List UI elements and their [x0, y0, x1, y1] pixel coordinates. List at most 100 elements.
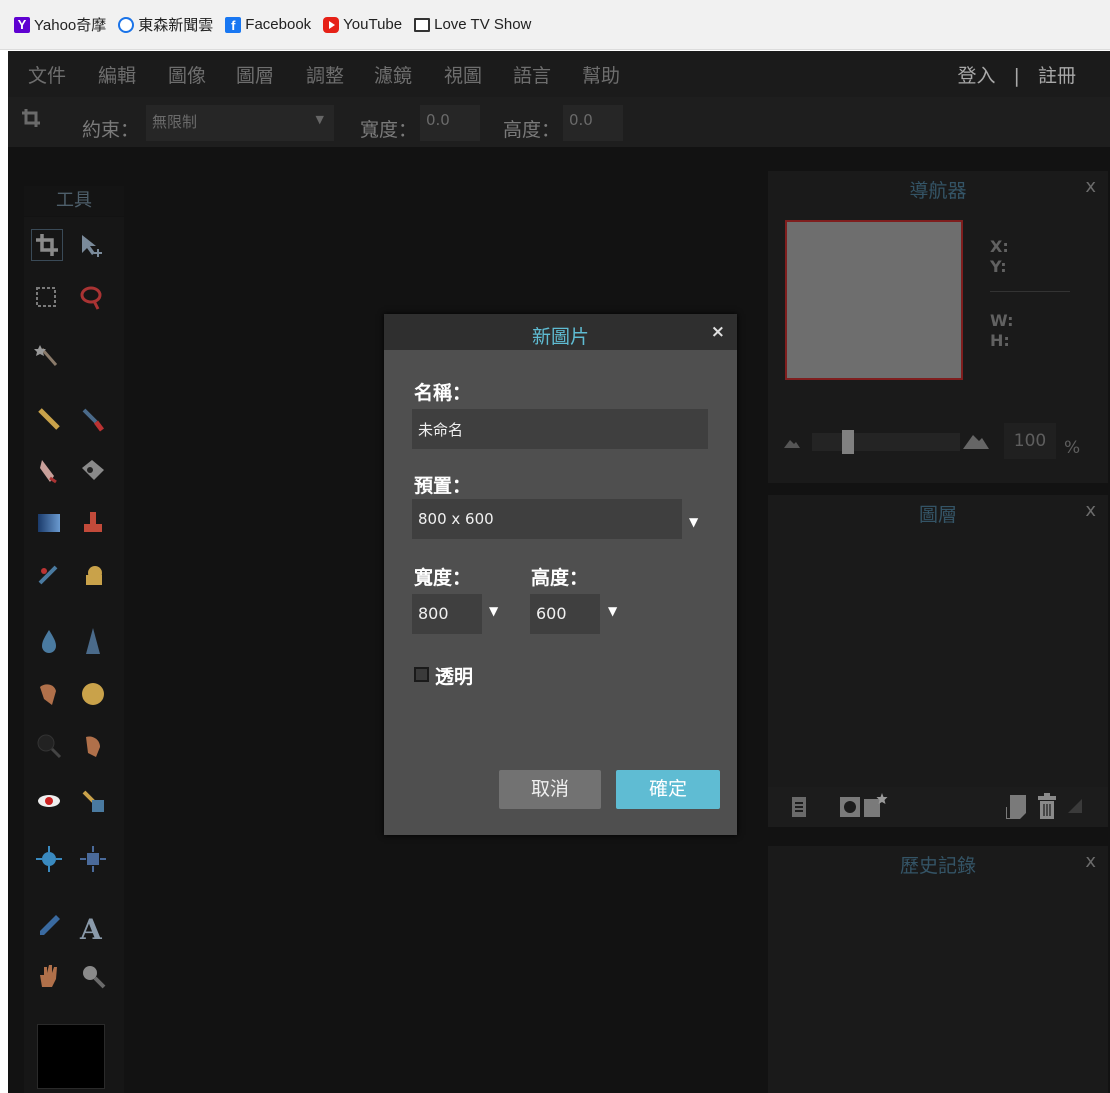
chevron-down-icon: ▼ [315, 113, 324, 126]
merge-layer-icon[interactable] [1068, 799, 1082, 813]
menu-file[interactable]: 文件 [28, 61, 66, 88]
bookmark-facebook[interactable]: f Facebook [225, 16, 311, 33]
menu-language[interactable]: 語言 [513, 61, 551, 88]
menu-image[interactable]: 圖像 [168, 61, 206, 88]
menu-filter[interactable]: 濾鏡 [374, 61, 412, 88]
stamp-icon[interactable] [78, 508, 108, 538]
height-dropdown-icon[interactable]: ▼ [608, 604, 617, 618]
layers-close-button[interactable]: x [1085, 500, 1096, 521]
width-dropdown-icon[interactable]: ▼ [489, 604, 498, 618]
magic-wand-icon[interactable] [34, 341, 64, 371]
dialog-title: 新圖片 [531, 326, 589, 348]
navigator-thumbnail[interactable] [785, 220, 963, 380]
zoom-slider-handle[interactable] [841, 430, 854, 454]
zoom-out-mountain-icon[interactable] [784, 436, 800, 448]
crop-icon[interactable] [22, 109, 40, 127]
crop-width-input[interactable]: 0.0 [420, 105, 480, 141]
yahoo-icon: Y [14, 16, 30, 33]
move-icon[interactable] [76, 231, 106, 261]
preset-label: 預置： [414, 475, 472, 497]
login-link[interactable]: 登入 [957, 65, 995, 87]
history-panel [768, 878, 1108, 1093]
spot-heal-icon[interactable] [34, 561, 64, 591]
zoom-in-mountain-icon[interactable] [963, 431, 989, 449]
preset-select[interactable]: 800 x 600 [412, 499, 682, 539]
eyedropper-icon[interactable] [34, 911, 64, 941]
gradient-icon[interactable] [34, 508, 64, 538]
zoom-slider-track[interactable] [812, 433, 960, 451]
zoom-icon[interactable] [78, 961, 108, 991]
sharpen-icon[interactable] [78, 626, 108, 656]
layer-properties-icon[interactable] [792, 797, 806, 817]
name-input[interactable] [412, 409, 708, 449]
pencil-icon[interactable] [34, 404, 64, 434]
history-close-button[interactable]: x [1085, 851, 1096, 872]
crop-tool-icon[interactable] [31, 229, 63, 261]
dodge-icon[interactable] [78, 679, 108, 709]
color-replace-icon[interactable] [78, 786, 108, 816]
divider [990, 291, 1070, 292]
constraint-select[interactable]: 無限制 ▼ [146, 105, 334, 141]
marquee-icon[interactable] [32, 283, 62, 313]
text-icon[interactable]: A [80, 913, 110, 946]
pinch-icon[interactable] [78, 844, 108, 874]
layer-effects-icon[interactable] [864, 793, 888, 817]
transparent-label: 透明 [435, 666, 474, 688]
new-layer-icon[interactable] [1006, 795, 1026, 819]
width-label: 寬度： [414, 567, 472, 589]
zoom-value-input[interactable]: 100 [1004, 423, 1056, 459]
menu-view[interactable]: 視圖 [444, 61, 482, 88]
navigator-header: 導航器 x [768, 171, 1108, 203]
zoom-lens-icon[interactable] [34, 731, 64, 761]
height-label: 高度： [531, 567, 589, 589]
menu-adjust[interactable]: 調整 [306, 61, 344, 88]
tools-panel-title: 工具 [24, 186, 124, 216]
burn-icon[interactable] [78, 731, 108, 761]
register-link[interactable]: 註冊 [1038, 65, 1076, 87]
ettoday-icon [118, 16, 135, 33]
trash-icon[interactable] [1038, 793, 1056, 819]
y-label: Y: [990, 257, 1007, 276]
lasso-icon[interactable] [76, 283, 106, 313]
history-header: 歷史記錄 x [768, 846, 1108, 878]
preset-dropdown-icon[interactable]: ▼ [689, 515, 698, 529]
layers-header: 圖層 x [768, 495, 1108, 527]
height-input[interactable]: 600 [530, 594, 600, 634]
hand-icon[interactable] [34, 961, 64, 991]
bloat-icon[interactable] [34, 844, 64, 874]
navigator-close-button[interactable]: x [1085, 176, 1096, 197]
menu-edit[interactable]: 編輯 [98, 61, 136, 88]
dialog-close-button[interactable]: × [711, 322, 725, 342]
auth-separator: | [1013, 65, 1020, 87]
crop-height-label: 高度： [503, 119, 561, 141]
red-eye-icon[interactable] [34, 786, 64, 816]
transparent-checkbox[interactable] [414, 667, 429, 682]
crop-width-label: 寬度： [360, 119, 418, 141]
layers-toolbar [768, 787, 1108, 827]
ok-button[interactable]: 確定 [616, 770, 720, 809]
width-input[interactable]: 800 [412, 594, 482, 634]
bookmark-love-tv[interactable]: Love TV Show [414, 16, 531, 33]
smudge-icon[interactable] [34, 679, 64, 709]
blur-icon[interactable] [34, 626, 64, 656]
menu-layer[interactable]: 圖層 [236, 61, 274, 88]
h-label: H: [990, 331, 1010, 350]
fill-icon[interactable] [78, 456, 108, 486]
constraint-label: 約束： [82, 119, 140, 141]
color-swatch[interactable] [37, 1024, 105, 1089]
bookmark-youtube[interactable]: YouTube [323, 16, 402, 33]
bookmark-yahoo[interactable]: Y Yahoo奇摩 [14, 14, 106, 35]
bookmarks-bar: Y Yahoo奇摩 東森新聞雲 f Facebook YouTube Love … [0, 0, 1110, 50]
brush-icon[interactable] [78, 404, 108, 434]
navigator-title: 導航器 [909, 180, 967, 202]
crop-height-input[interactable]: 0.0 [563, 105, 623, 141]
sponge-icon[interactable] [78, 561, 108, 591]
eraser-icon[interactable] [34, 456, 64, 486]
facebook-icon: f [225, 16, 242, 33]
cancel-button[interactable]: 取消 [499, 770, 601, 809]
layer-mask-icon[interactable] [840, 797, 860, 817]
auth-links: 登入 | 註冊 [951, 61, 1082, 88]
bookmark-ettoday[interactable]: 東森新聞雲 [118, 14, 213, 35]
layers-title: 圖層 [918, 504, 957, 526]
menu-help[interactable]: 幫助 [582, 61, 620, 88]
